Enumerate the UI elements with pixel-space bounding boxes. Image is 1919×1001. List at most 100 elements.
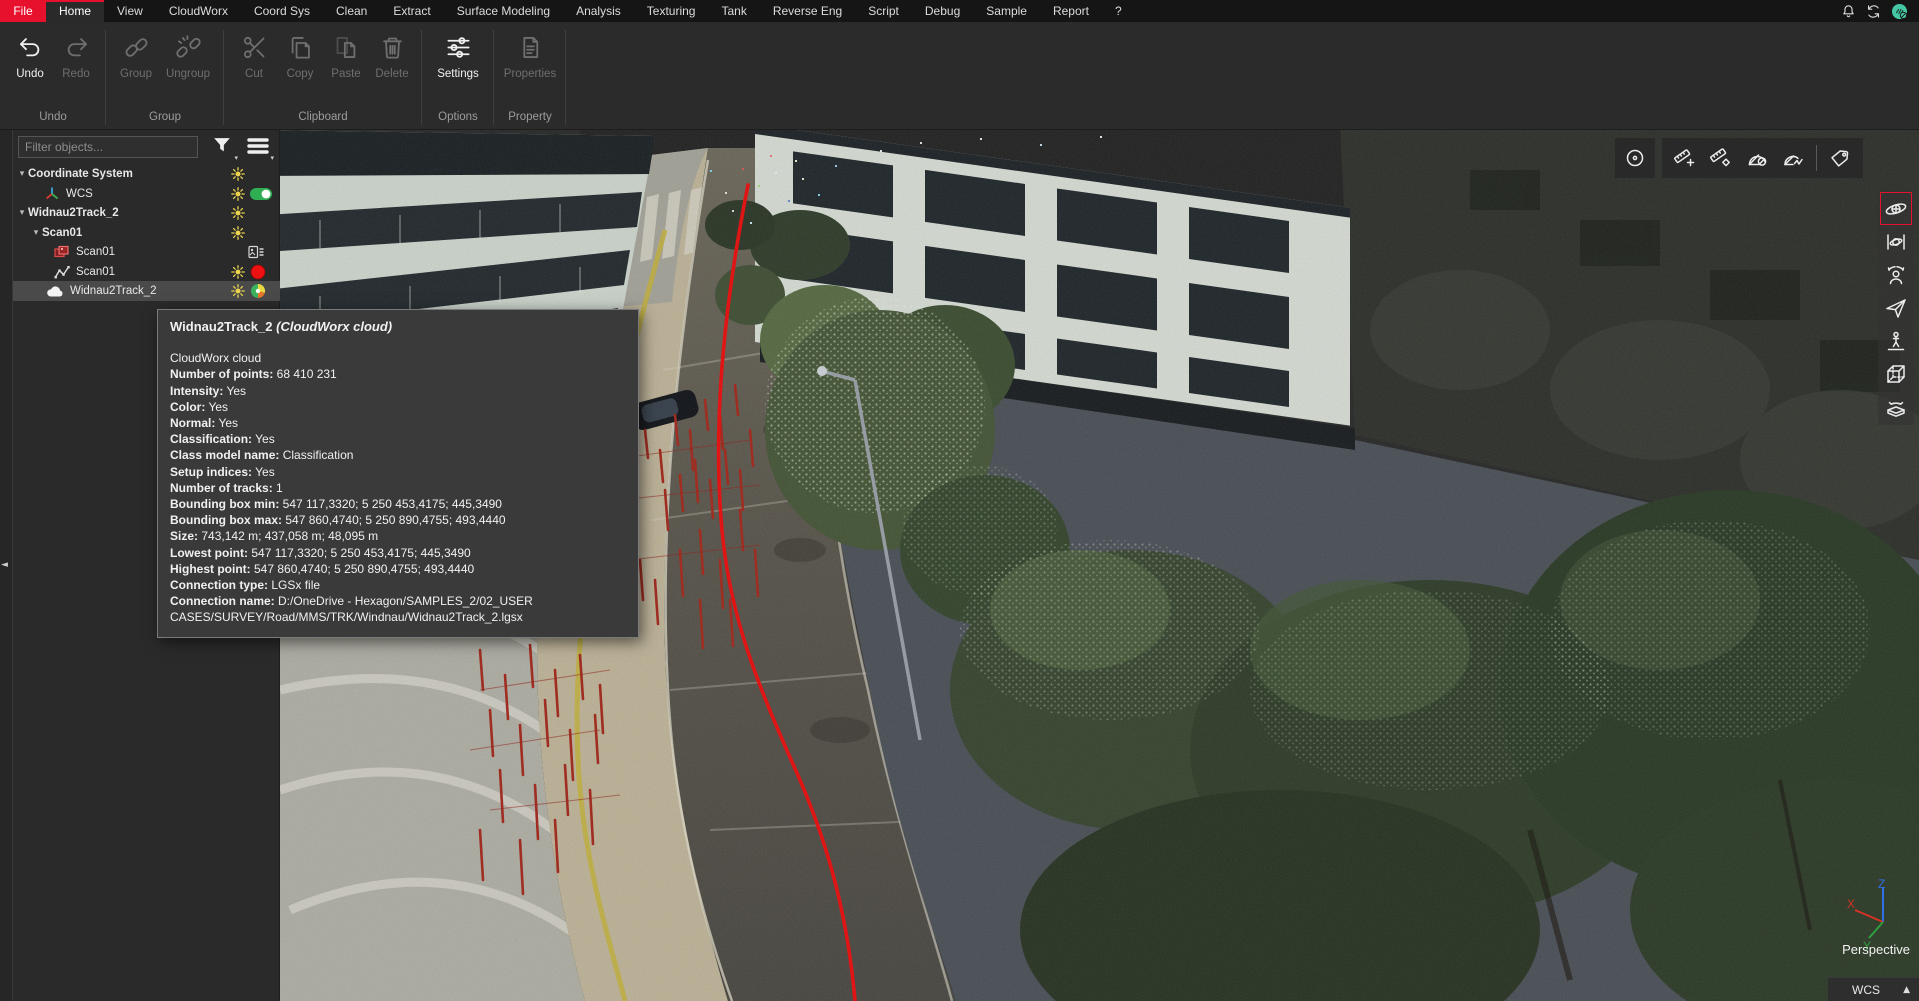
- person-standing-icon: [1884, 329, 1908, 353]
- tree-item-widnau2track2-cloud[interactable]: Widnau2Track_2: [13, 281, 280, 301]
- file-tab[interactable]: File: [0, 0, 46, 22]
- uniform-color-red-indicator[interactable]: [250, 264, 266, 280]
- collapse-panel-arrow-icon[interactable]: ◄: [1, 560, 8, 570]
- setup-images-icon[interactable]: [248, 244, 265, 260]
- look-around-button[interactable]: [1880, 258, 1912, 291]
- projection-mode-label[interactable]: Perspective: [1842, 942, 1910, 957]
- tree-item-scan01-group[interactable]: ▾ Scan01: [13, 223, 280, 243]
- visibility-sun-icon[interactable]: [231, 167, 245, 181]
- settings-button[interactable]: Settings: [430, 26, 486, 80]
- ribbon-group-label: Property: [502, 105, 558, 129]
- tree-item-coordinate-system[interactable]: ▾ Coordinate System: [13, 164, 280, 184]
- ribbon-group-label: Options: [430, 105, 486, 129]
- tree-item-wcs[interactable]: WCS: [13, 184, 280, 204]
- fly-mode-button[interactable]: [1880, 291, 1912, 324]
- tab-clean[interactable]: Clean: [323, 0, 380, 22]
- ribbon-group-label: Undo: [8, 105, 98, 129]
- ungroup-button[interactable]: Ungroup: [160, 26, 216, 80]
- orbit-mode-button[interactable]: [1880, 192, 1912, 225]
- axis-triad-icon: [44, 186, 60, 201]
- ribbon-group-property: Properties Property: [494, 22, 566, 129]
- redo-button[interactable]: Redo: [54, 26, 98, 80]
- tab-cloudworx[interactable]: CloudWorx: [156, 0, 241, 22]
- measure-angle-button[interactable]: [1739, 138, 1775, 178]
- visibility-sun-icon[interactable]: [231, 284, 245, 298]
- sliders-icon: [445, 34, 472, 61]
- svg-text:Z: Z: [1878, 878, 1885, 891]
- delete-button[interactable]: Delete: [370, 26, 414, 80]
- measure-angle-surface-button[interactable]: [1775, 138, 1811, 178]
- tree-item-scan01-images[interactable]: Scan01: [13, 242, 280, 262]
- tooltip-type: CloudWorx cloud: [170, 350, 626, 366]
- visibility-sun-icon[interactable]: [231, 187, 245, 201]
- properties-button[interactable]: Properties: [502, 26, 558, 80]
- menubar: File Home View CloudWorx Coord Sys Clean…: [0, 0, 1919, 22]
- visibility-sun-icon[interactable]: [231, 206, 245, 220]
- protractor-wave-icon: [1781, 146, 1805, 170]
- measure-coordinate-button[interactable]: [1703, 138, 1739, 178]
- visibility-toggle-on[interactable]: [250, 188, 272, 200]
- ribbon-group-group: Group Ungroup Group: [106, 22, 224, 129]
- trash-icon: [379, 34, 406, 61]
- ribbon-group-undo: Undo Redo Undo: [0, 22, 106, 129]
- notifications-bell-icon[interactable]: [1840, 3, 1857, 20]
- protractor-icon: [1745, 146, 1769, 170]
- cube-dashed-icon: [1884, 362, 1908, 386]
- ribbon-group-options: Settings Options: [422, 22, 494, 129]
- constrained-orbit-button[interactable]: [1880, 225, 1912, 258]
- tab-texturing[interactable]: Texturing: [634, 0, 709, 22]
- undo-button[interactable]: Undo: [8, 26, 52, 80]
- chevron-down-icon[interactable]: ▾: [16, 208, 28, 218]
- tab-surface-modeling[interactable]: Surface Modeling: [444, 0, 563, 22]
- box-rotate-icon: [1884, 395, 1908, 419]
- person-look-icon: [1884, 263, 1908, 287]
- hamburger-menu-icon: [246, 134, 270, 158]
- coordinate-system-selector[interactable]: WCS ▲: [1828, 977, 1919, 1001]
- svg-text:X: X: [1847, 897, 1855, 911]
- tab-help[interactable]: ?: [1102, 0, 1135, 22]
- rangefinder-button[interactable]: [1615, 138, 1655, 178]
- chevron-down-icon[interactable]: ▾: [16, 169, 28, 179]
- images-icon: [54, 245, 70, 259]
- ribbon-group-label: Group: [114, 105, 216, 129]
- limit-box-button[interactable]: [1880, 357, 1912, 390]
- tab-report[interactable]: Report: [1040, 0, 1102, 22]
- tag-annotation-button[interactable]: [1822, 138, 1858, 178]
- tab-debug[interactable]: Debug: [912, 0, 973, 22]
- ribbon-group-clipboard: Cut Copy Paste Delete Clipboard: [224, 22, 422, 129]
- tab-analysis[interactable]: Analysis: [563, 0, 634, 22]
- measure-distance-button[interactable]: [1667, 138, 1703, 178]
- orbit-constrained-icon: [1884, 230, 1908, 254]
- tree-item-widnau2track2-group[interactable]: ▾ Widnau2Track_2: [13, 203, 280, 223]
- walk-mode-button[interactable]: [1880, 324, 1912, 357]
- tab-tank[interactable]: Tank: [708, 0, 759, 22]
- filter-button[interactable]: ▾: [208, 134, 236, 160]
- toolbar-separator: [1816, 145, 1817, 171]
- cut-button[interactable]: Cut: [232, 26, 276, 80]
- filter-objects-input[interactable]: [18, 136, 198, 158]
- chevron-down-icon[interactable]: ▾: [30, 228, 42, 238]
- paper-plane-icon: [1884, 296, 1908, 320]
- paste-button[interactable]: Paste: [324, 26, 368, 80]
- tab-reverse-eng[interactable]: Reverse Eng: [760, 0, 855, 22]
- chain-link-icon: [123, 34, 150, 61]
- account-icon[interactable]: [1890, 2, 1909, 21]
- ribbon-group-label: Clipboard: [232, 105, 414, 129]
- tab-sample[interactable]: Sample: [973, 0, 1040, 22]
- visibility-sun-icon[interactable]: [231, 226, 245, 240]
- copy-button[interactable]: Copy: [278, 26, 322, 80]
- visibility-sun-icon[interactable]: [231, 265, 245, 279]
- navigation-toolbar: [1878, 190, 1914, 425]
- tree-item-scan01-trajectory[interactable]: Scan01: [13, 262, 280, 282]
- tab-extract[interactable]: Extract: [380, 0, 443, 22]
- sync-icon[interactable]: [1865, 3, 1882, 20]
- tab-home[interactable]: Home: [46, 0, 104, 22]
- panel-menu-button[interactable]: ▾: [244, 134, 272, 160]
- left-collapse-strip: ◄: [0, 130, 13, 1001]
- tab-view[interactable]: View: [104, 0, 156, 22]
- group-button[interactable]: Group: [114, 26, 158, 80]
- tab-coord-sys[interactable]: Coord Sys: [241, 0, 323, 22]
- tab-script[interactable]: Script: [855, 0, 912, 22]
- rgb-color-indicator[interactable]: [250, 283, 266, 299]
- turntable-button[interactable]: [1880, 390, 1912, 423]
